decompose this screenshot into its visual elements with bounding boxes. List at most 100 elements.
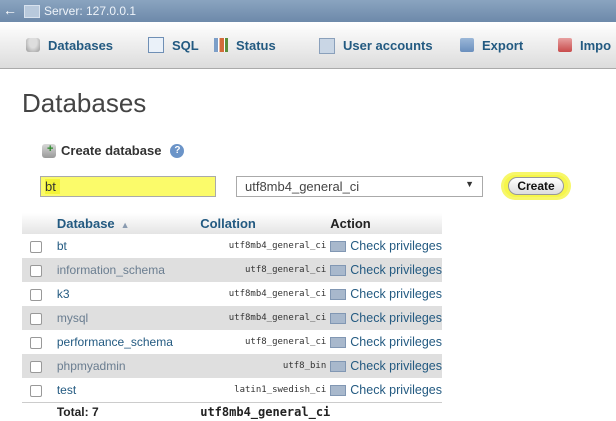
create-button[interactable]: Create: [508, 177, 563, 195]
create-button-highlight: Create: [504, 175, 568, 197]
table-row: performance_schemautf8_general_ciCheck p…: [22, 330, 442, 354]
create-database-icon: [42, 144, 56, 158]
main-tabs: Databases SQL Status User accounts Expor…: [0, 22, 616, 69]
privileges-icon: [330, 361, 346, 372]
tab-status-label: Status: [236, 38, 276, 53]
database-name-link[interactable]: k3: [49, 282, 200, 306]
check-privileges-link[interactable]: Check privileges: [330, 378, 442, 403]
database-name-link[interactable]: performance_schema: [49, 330, 200, 354]
database-column-header[interactable]: Database▲: [49, 213, 200, 234]
privileges-icon: [330, 265, 346, 276]
row-checkbox-cell: [22, 306, 49, 330]
server-icon: [24, 5, 40, 18]
tab-export-label: Export: [482, 38, 523, 53]
row-checkbox-cell: [22, 234, 49, 258]
database-name-link[interactable]: mysql: [49, 306, 200, 330]
check-privileges-link[interactable]: Check privileges: [330, 330, 442, 354]
table-header-row: Database▲ Collation Action: [22, 213, 442, 234]
page-title: Databases: [22, 88, 146, 119]
collation-column-header[interactable]: Collation: [200, 213, 330, 234]
row-checkbox[interactable]: [30, 385, 42, 397]
table-row: btutf8mb4_general_ciCheck privileges: [22, 234, 442, 258]
check-privileges-link[interactable]: Check privileges: [330, 258, 442, 282]
action-column-header: Action: [330, 213, 442, 234]
tab-databases-label: Databases: [48, 38, 113, 53]
check-privileges-link[interactable]: Check privileges: [330, 282, 442, 306]
total-collation: utf8mb4_general_ci: [200, 403, 330, 421]
collation-cell: utf8_general_ci: [200, 258, 330, 282]
tab-user-accounts[interactable]: User accounts: [319, 22, 433, 68]
privileges-icon: [330, 313, 346, 324]
database-icon: [26, 38, 40, 52]
sql-icon: [148, 37, 164, 53]
sort-ascending-icon: ▲: [121, 220, 130, 230]
database-name-link[interactable]: phpmyadmin: [49, 354, 200, 378]
tab-import-label: Impo: [580, 38, 611, 53]
tab-export[interactable]: Export: [460, 22, 523, 68]
collation-select[interactable]: utf8mb4_general_ci ▼: [236, 176, 483, 197]
tab-import[interactable]: Impo: [558, 22, 611, 68]
row-checkbox-cell: [22, 258, 49, 282]
check-privileges-label: Check privileges: [350, 239, 442, 253]
table-row: k3utf8mb4_general_ci Check privileges: [22, 282, 442, 306]
import-icon: [558, 38, 572, 52]
total-label: Total: 7: [49, 403, 200, 421]
row-checkbox[interactable]: [30, 241, 42, 253]
collation-cell: latin1_swedish_ci: [200, 378, 330, 403]
database-name-link[interactable]: bt: [49, 234, 200, 258]
tab-status[interactable]: Status: [214, 22, 276, 68]
collation-column-label: Collation: [200, 216, 256, 231]
check-privileges-link[interactable]: Check privileges: [330, 354, 442, 378]
select-column-header: [22, 213, 49, 234]
database-name-link[interactable]: test: [49, 378, 200, 403]
databases-table: Database▲ Collation Action btutf8mb4_gen…: [22, 213, 442, 421]
dropdown-arrow-icon: ▼: [465, 179, 474, 189]
row-checkbox[interactable]: [30, 361, 42, 373]
check-privileges-label: Check privileges: [350, 383, 442, 397]
server-label: Server: 127.0.0.1: [44, 4, 136, 18]
server-breadcrumb-bar: ← Server: 127.0.0.1: [0, 0, 616, 22]
user-accounts-icon: [319, 38, 335, 54]
row-checkbox[interactable]: [30, 337, 42, 349]
privileges-icon: [330, 289, 346, 300]
row-checkbox[interactable]: [30, 289, 42, 301]
action-column-label: Action: [330, 216, 370, 231]
check-privileges-link[interactable]: Check privileges: [330, 234, 442, 258]
table-row: testlatin1_swedish_ci Check privileges: [22, 378, 442, 403]
total-action-spacer: [330, 403, 442, 421]
database-name-value: bt: [45, 179, 60, 194]
server-breadcrumb[interactable]: Server: 127.0.0.1: [24, 3, 136, 19]
table-row: information_schemautf8_general_ci Check p…: [22, 258, 442, 282]
row-checkbox[interactable]: [30, 313, 42, 325]
privileges-icon: [330, 337, 346, 348]
row-checkbox-cell: [22, 330, 49, 354]
check-privileges-label: Check privileges: [350, 311, 442, 325]
check-privileges-link[interactable]: Check privileges: [330, 306, 442, 330]
row-checkbox-cell: [22, 282, 49, 306]
help-icon[interactable]: ?: [170, 144, 184, 158]
collation-cell: utf8_bin: [200, 354, 330, 378]
check-privileges-label: Check privileges: [350, 359, 442, 373]
collation-cell: utf8mb4_general_ci: [200, 282, 330, 306]
tab-databases: Databases: [22, 22, 134, 68]
table-row: mysqlutf8mb4_general_ci Check privileges: [22, 306, 442, 330]
create-database-heading: Create database ?: [42, 143, 184, 158]
total-spacer: [22, 403, 49, 421]
row-checkbox-cell: [22, 354, 49, 378]
total-row: Total: 7 utf8mb4_general_ci: [22, 403, 442, 421]
back-arrow-icon[interactable]: ←: [2, 0, 18, 22]
collation-cell: utf8mb4_general_ci: [200, 306, 330, 330]
row-checkbox[interactable]: [30, 265, 42, 277]
create-database-label: Create database: [61, 143, 161, 158]
collation-select-value: utf8mb4_general_ci: [245, 179, 359, 194]
privileges-icon: [330, 241, 346, 252]
privileges-icon: [330, 385, 346, 396]
check-privileges-label: Check privileges: [350, 335, 442, 349]
database-name-link[interactable]: information_schema: [49, 258, 200, 282]
check-privileges-label: Check privileges: [350, 263, 442, 277]
database-name-input[interactable]: bt: [40, 176, 216, 197]
tab-sql[interactable]: SQL: [148, 22, 199, 68]
tab-user-accounts-label: User accounts: [343, 38, 433, 53]
check-privileges-label: Check privileges: [350, 287, 442, 301]
tab-sql-label: SQL: [172, 38, 199, 53]
